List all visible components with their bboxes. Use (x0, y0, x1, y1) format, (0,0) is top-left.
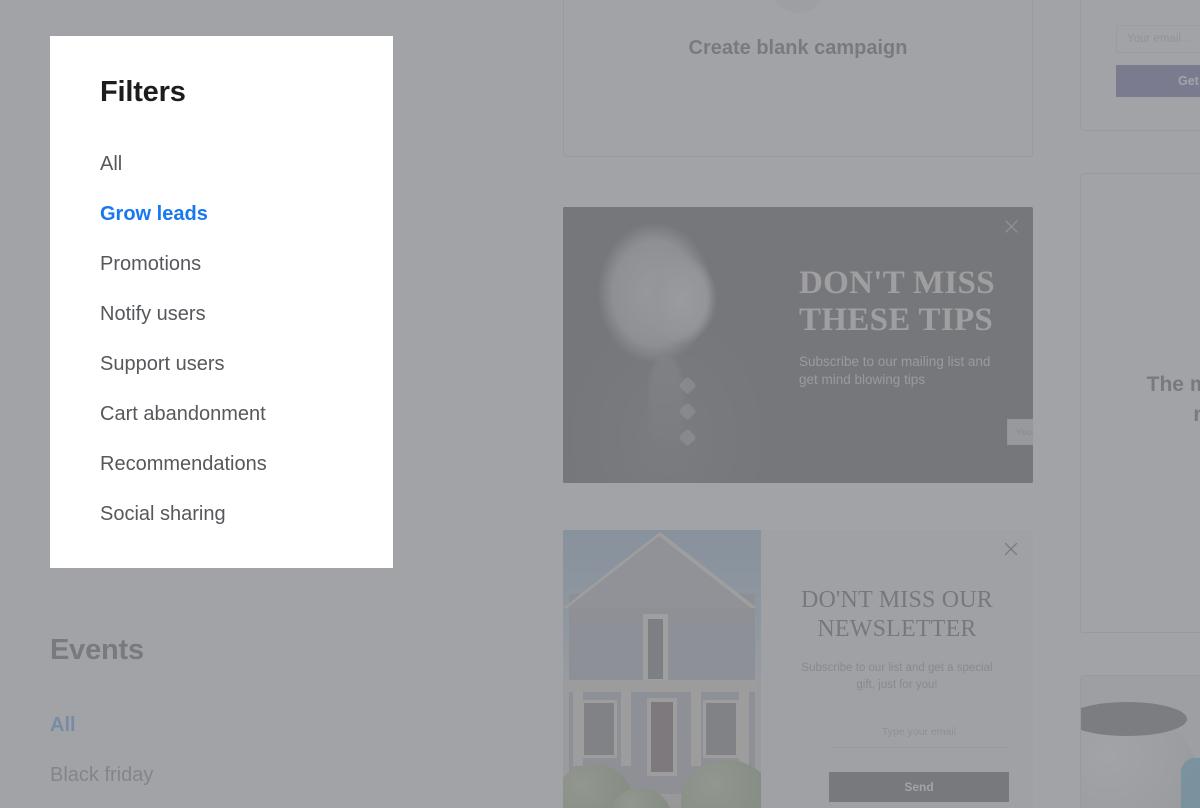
template-card-beautiful-moments[interactable]: The most beautiful moments (1080, 173, 1200, 633)
events-section-title: Events (50, 634, 144, 666)
filter-item-promotions[interactable]: Promotions (100, 254, 393, 274)
email-input[interactable]: Your email... (1116, 25, 1200, 53)
filters-panel: Filters All Grow leads Promotions Notify… (50, 36, 393, 568)
template-headline-line-2: NEWSLETTER (817, 615, 977, 642)
filter-item-social-sharing[interactable]: Social sharing (100, 504, 393, 524)
email-input[interactable]: Type your email (829, 726, 1009, 748)
get-my-coupon-button[interactable]: Get my coupon (1116, 65, 1200, 97)
send-button[interactable]: Send (829, 772, 1009, 802)
filter-item-recommendations[interactable]: Recommendations (100, 454, 393, 474)
events-item-black-friday[interactable]: Black friday (50, 765, 395, 785)
close-icon[interactable] (1003, 541, 1019, 557)
app-root: Events All Black friday Create blank cam… (0, 0, 1200, 808)
filter-item-all[interactable]: All (100, 154, 393, 174)
events-item-all[interactable]: All (50, 715, 395, 735)
product-image (1081, 676, 1200, 808)
template-content-pane: DO'NT MISS OUR NEWSLETTER Subscribe to o… (761, 530, 1033, 808)
events-filter-section: Events All Black friday (50, 634, 395, 808)
filter-item-notify-users[interactable]: Notify users (100, 304, 393, 324)
create-blank-campaign-label: Create blank campaign (688, 37, 908, 59)
filter-item-support-users[interactable]: Support users (100, 354, 393, 374)
template-card-coupon[interactable]: Your email... Get my coupon (1080, 0, 1200, 131)
create-blank-campaign-card[interactable]: Create blank campaign (563, 0, 1033, 157)
template-headline: The most beautiful moments (1146, 373, 1200, 426)
template-subtext: Subscribe to our list and get a special … (801, 661, 993, 691)
template-card-dont-miss-these-tips[interactable]: DON'T MISS THESE TIPS Subscribe to our m… (563, 207, 1033, 483)
template-card-dont-miss-our-newsletter[interactable]: DO'NT MISS OUR NEWSLETTER Subscribe to o… (563, 530, 1033, 808)
template-content-pane: DON'T MISS THESE TIPS Subscribe to our m… (771, 207, 1033, 483)
template-headline: DON'T MISS THESE TIPS (799, 265, 999, 340)
template-photo-portrait (563, 207, 771, 483)
plus-icon (770, 0, 826, 13)
template-subtext: Subscribe to our mailing list and get mi… (799, 353, 991, 388)
template-subscribe-form: Your email address BON VOYAGE (1007, 419, 1033, 445)
template-headline-line-1: DO'NT MISS OUR (800, 587, 994, 613)
template-headline-line-2: THESE TIPS (799, 302, 994, 339)
filter-item-cart-abandonment[interactable]: Cart abandonment (100, 404, 393, 424)
template-photo-house (563, 530, 761, 808)
template-headline: DO'NT MISS OUR NEWSLETTER (787, 586, 1007, 644)
filter-item-grow-leads[interactable]: Grow leads (100, 204, 393, 224)
template-card-product[interactable] (1080, 675, 1200, 808)
email-input[interactable]: Your email address (1007, 419, 1033, 445)
coat-buttons-decoration (678, 376, 697, 457)
template-headline-line-1: DON'T MISS (799, 265, 995, 301)
close-icon[interactable] (1003, 218, 1019, 234)
filters-panel-title: Filters (100, 76, 186, 108)
